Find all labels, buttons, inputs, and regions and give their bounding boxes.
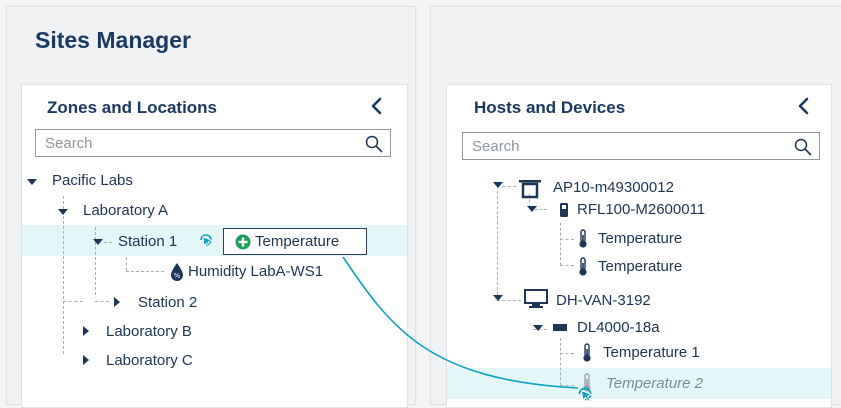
tree-item-temperature-1[interactable]: Temperature 1 [603, 344, 700, 361]
tree-item-laboratory-a[interactable]: Laboratory A [83, 202, 168, 219]
expand-dh-van-caret-icon[interactable] [492, 293, 504, 303]
tree-connector [126, 257, 127, 271]
collapse-hosts-chevron-icon[interactable] [796, 96, 812, 116]
access-point-icon [519, 180, 541, 199]
tree-connector [560, 239, 574, 240]
tree-connector [497, 186, 498, 300]
drop-target-cursor-icon [200, 234, 214, 248]
expand-ap10-caret-icon[interactable] [492, 180, 504, 190]
dragged-temperature-chip[interactable]: Temperature [223, 228, 367, 255]
tree-connector [104, 242, 112, 243]
tree-item-temperature-2[interactable]: Temperature 2 [606, 375, 703, 392]
zones-card: Zones and Locations Pacific Labs [21, 84, 408, 408]
tree-item-humidity-laba-ws1[interactable]: Humidity LabA-WS1 [188, 263, 323, 280]
tree-connector [95, 301, 109, 302]
tree-connector [560, 338, 561, 385]
data-logger-icon [553, 324, 567, 331]
expand-station-2-caret-icon[interactable] [112, 296, 122, 308]
expand-laboratory-c-caret-icon[interactable] [81, 354, 91, 366]
tree-item-station-2[interactable]: Station 2 [138, 294, 197, 311]
tree-connector [63, 196, 64, 354]
expand-laboratory-a-caret-icon[interactable] [57, 207, 69, 217]
hosts-search-input[interactable] [463, 133, 819, 159]
tree-connector [560, 265, 574, 266]
hosts-panel: Hosts and Devices Search AP10-m49300012 … [430, 6, 841, 408]
tree-item-rfl100[interactable]: RFL100-M2600011 [577, 201, 705, 218]
tree-connector [560, 353, 574, 354]
hosts-title: Hosts and Devices [474, 98, 626, 117]
search-icon[interactable] [794, 138, 812, 156]
logger-device-icon [560, 203, 568, 217]
thermometer-icon [579, 229, 587, 248]
hosts-search-box[interactable] [462, 132, 820, 160]
monitor-icon [524, 289, 548, 308]
add-plus-icon [235, 234, 251, 250]
tree-connector [560, 385, 574, 386]
zones-search-box[interactable] [35, 129, 391, 157]
drag-source-cursor-icon [578, 387, 593, 402]
collapse-zones-chevron-icon[interactable] [369, 96, 385, 116]
zones-title: Zones and Locations [47, 98, 218, 117]
expand-rfl100-caret-icon[interactable] [526, 204, 538, 214]
tree-connector [126, 271, 164, 272]
thermometer-icon [583, 343, 591, 362]
expand-laboratory-b-caret-icon[interactable] [81, 325, 91, 337]
dragged-temperature-label: Temperature [255, 233, 340, 250]
app-title: Sites Manager [35, 27, 191, 53]
tree-item-laboratory-b[interactable]: Laboratory B [106, 323, 192, 340]
tree-item-station-1[interactable]: Station 1 [118, 233, 177, 250]
tree-item-pacific-labs[interactable]: Pacific Labs [52, 172, 133, 189]
zones-search-input[interactable] [36, 130, 390, 156]
thermometer-icon [579, 257, 587, 276]
humidity-drop-icon: % [171, 263, 183, 281]
sites-manager-panel: Sites Manager Zones and Locations Pacifi… [6, 6, 416, 408]
tree-item-dl4000[interactable]: DL4000-18a [577, 319, 660, 336]
tree-item-ap10[interactable]: AP10-m49300012 [553, 179, 674, 196]
expand-station-1-caret-icon[interactable] [92, 237, 104, 247]
tree-item-dh-van[interactable]: DH-VAN-3192 [556, 292, 651, 309]
tree-item-temperature-a[interactable]: Temperature [598, 230, 682, 247]
tree-connector [502, 186, 516, 187]
tree-connector [63, 301, 83, 302]
svg-text:%: % [174, 272, 181, 280]
search-icon[interactable] [365, 135, 383, 153]
tree-item-temperature-b[interactable]: Temperature [598, 258, 682, 275]
tree-item-laboratory-c[interactable]: Laboratory C [106, 352, 193, 369]
tree-connector [560, 223, 561, 265]
expand-dl4000-caret-icon[interactable] [532, 323, 544, 333]
hosts-card: Hosts and Devices Search AP10-m49300012 … [446, 84, 832, 408]
expand-pacific-labs-caret-icon[interactable] [26, 177, 38, 187]
